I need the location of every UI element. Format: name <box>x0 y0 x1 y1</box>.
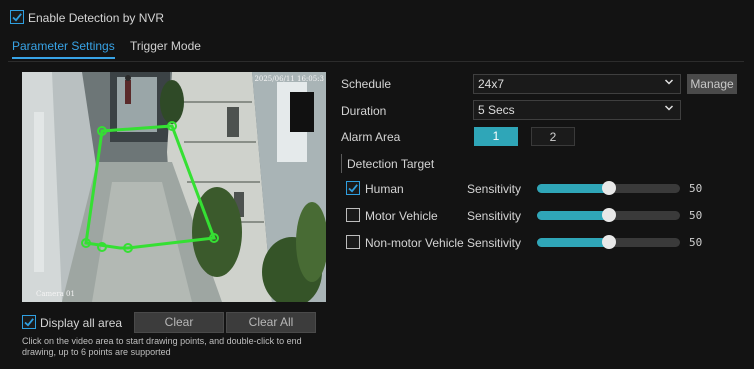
check-icon <box>12 13 22 22</box>
non-motor-vehicle-label: Non-motor Vehicle <box>365 236 464 250</box>
video-scene <box>22 72 326 302</box>
non-motor-vehicle-sensitivity-label: Sensitivity <box>467 236 522 250</box>
motor-vehicle-sensitivity-label: Sensitivity <box>467 209 522 223</box>
enable-detection-label: Enable Detection by NVR <box>28 11 165 25</box>
alarm-area-2-button[interactable]: 2 <box>531 127 575 146</box>
human-sensitivity-value: 50 <box>689 182 703 195</box>
motor-vehicle-sensitivity-slider[interactable] <box>537 208 680 222</box>
motor-vehicle-checkbox[interactable] <box>346 208 360 222</box>
clear-button[interactable]: Clear <box>134 312 224 333</box>
clear-all-button[interactable]: Clear All <box>226 312 316 333</box>
video-timestamp: 2025/06/11 16:05:3 <box>254 75 324 83</box>
check-icon <box>348 184 358 193</box>
non-motor-vehicle-checkbox[interactable] <box>346 235 360 249</box>
tab-trigger-mode[interactable]: Trigger Mode <box>130 39 201 53</box>
slider-handle[interactable] <box>601 181 616 195</box>
video-preview[interactable]: 2025/06/11 16:05:3 Camera 01 <box>22 72 326 302</box>
schedule-select[interactable]: 24x7 <box>473 74 681 94</box>
schedule-value: 24x7 <box>478 77 505 91</box>
detection-target-label: Detection Target <box>347 157 435 171</box>
non-motor-vehicle-sensitivity-value: 50 <box>689 236 703 249</box>
display-all-area-label: Display all area <box>40 316 123 330</box>
tab-parameter-settings[interactable]: Parameter Settings <box>12 39 115 59</box>
duration-value: 5 Secs <box>478 103 515 117</box>
duration-select[interactable]: 5 Secs <box>473 100 681 120</box>
drawing-hint: Click on the video area to start drawing… <box>22 336 302 357</box>
slider-handle[interactable] <box>601 235 616 249</box>
human-checkbox[interactable] <box>346 181 360 195</box>
human-label: Human <box>365 182 404 196</box>
motor-vehicle-label: Motor Vehicle <box>365 209 438 223</box>
motor-vehicle-sensitivity-value: 50 <box>689 209 703 222</box>
alarm-area-label: Alarm Area <box>341 130 401 144</box>
detection-target-divider <box>341 154 342 173</box>
tab-divider <box>8 61 744 62</box>
enable-detection-checkbox[interactable] <box>10 10 24 24</box>
display-all-area-checkbox[interactable] <box>22 315 36 329</box>
human-sensitivity-label: Sensitivity <box>467 182 522 196</box>
video-camera-name: Camera 01 <box>36 290 75 298</box>
duration-label: Duration <box>341 104 387 118</box>
schedule-label: Schedule <box>341 77 392 91</box>
manage-button[interactable]: Manage <box>687 74 737 94</box>
alarm-area-1-button[interactable]: 1 <box>474 127 518 146</box>
check-icon <box>24 318 34 327</box>
slider-handle[interactable] <box>601 208 616 222</box>
chevron-down-icon <box>664 79 674 85</box>
non-motor-vehicle-sensitivity-slider[interactable] <box>537 235 680 249</box>
human-sensitivity-slider[interactable] <box>537 181 680 195</box>
chevron-down-icon <box>664 105 674 111</box>
